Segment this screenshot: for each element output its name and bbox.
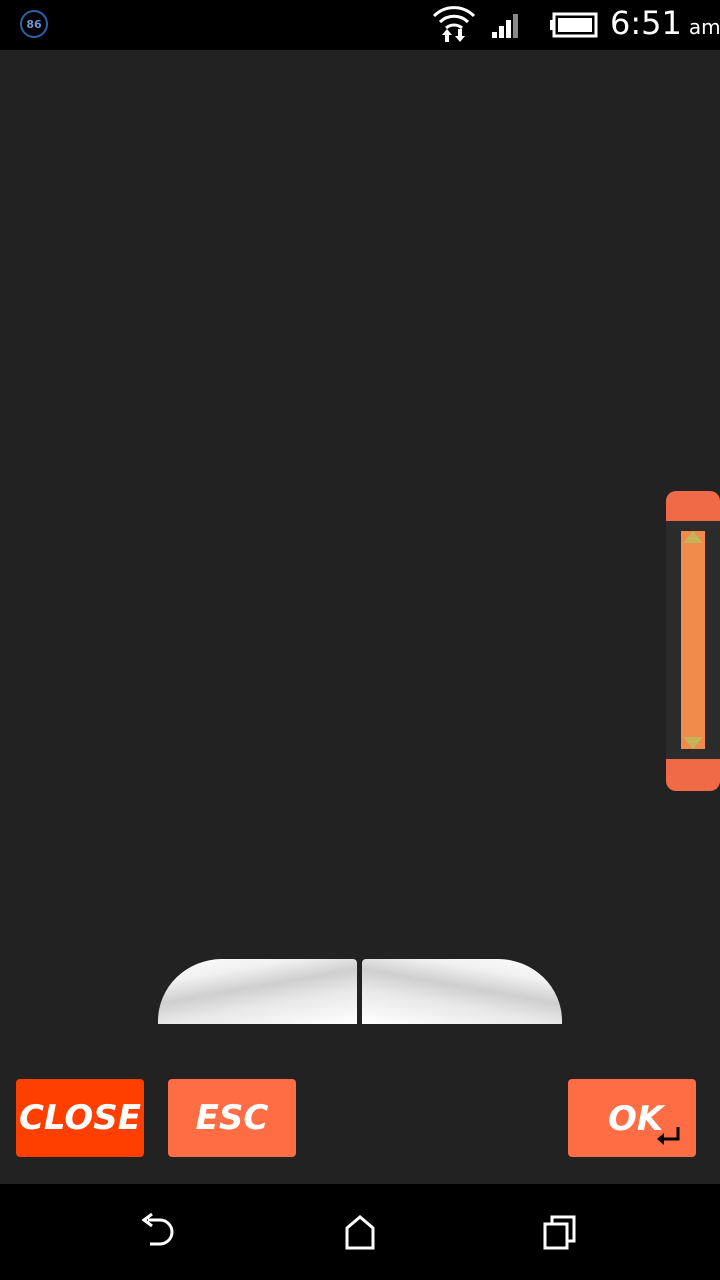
close-button[interactable]: CLOSE	[16, 1079, 144, 1157]
back-icon[interactable]	[138, 1212, 182, 1252]
clock-time: 6:51	[610, 4, 682, 42]
scroll-wheel[interactable]	[666, 491, 720, 791]
remote-mouse-screen: 86 6:51 am CLOSE ESC OK	[0, 0, 720, 1280]
navigation-bar	[0, 1184, 720, 1280]
left-mouse-button[interactable]	[158, 959, 357, 1024]
scroll-thumb[interactable]	[681, 531, 705, 749]
enter-icon	[657, 1127, 680, 1145]
recents-icon[interactable]	[540, 1212, 580, 1252]
triangle-down-icon[interactable]	[681, 735, 705, 753]
touchpad-area[interactable]	[0, 50, 660, 950]
clock: 6:51 am	[610, 4, 720, 46]
wifi-icon	[432, 6, 476, 42]
status-bar: 86 6:51 am	[0, 0, 720, 50]
clock-ampm: am	[688, 15, 720, 39]
battery-icon	[550, 12, 598, 38]
right-mouse-button[interactable]	[362, 959, 562, 1024]
esc-button[interactable]: ESC	[168, 1079, 296, 1157]
ok-button[interactable]: OK	[568, 1079, 696, 1157]
esc-button-label: ESC	[195, 1098, 269, 1138]
home-icon[interactable]	[340, 1212, 380, 1252]
signal-icon	[492, 14, 518, 38]
triangle-up-icon[interactable]	[681, 527, 705, 545]
notification-badge: 86	[20, 10, 48, 38]
close-button-label: CLOSE	[18, 1098, 142, 1138]
